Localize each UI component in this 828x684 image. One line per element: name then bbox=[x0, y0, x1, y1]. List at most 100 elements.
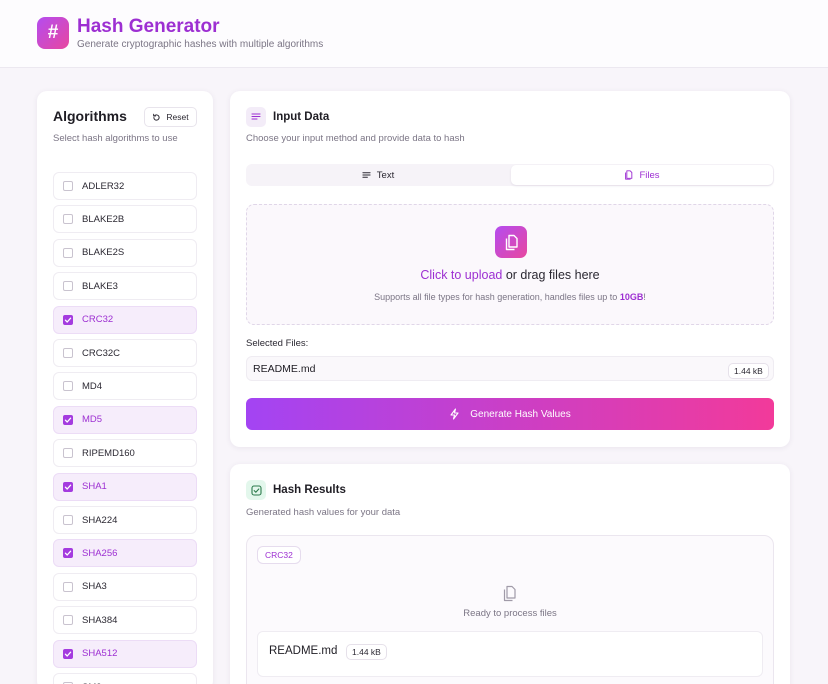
input-data-title: Input Data bbox=[273, 111, 330, 123]
algorithm-label: ADLER32 bbox=[82, 180, 125, 192]
input-data-subtitle: Choose your input method and provide dat… bbox=[246, 133, 465, 144]
result-file-row: README.md 1.44 kB bbox=[257, 631, 763, 677]
dropzone-prompt: Click to upload or drag files here bbox=[247, 268, 773, 282]
file-icon bbox=[625, 170, 633, 180]
algorithm-label: SHA384 bbox=[82, 614, 118, 626]
file-icon bbox=[503, 585, 516, 602]
algorithm-label: RIPEMD160 bbox=[82, 447, 135, 459]
tab-files[interactable]: Files bbox=[511, 165, 773, 185]
selected-file-row: README.md 1.44 kB bbox=[246, 356, 774, 381]
algorithm-checkbox[interactable] bbox=[63, 381, 73, 392]
algorithm-option-blake2b[interactable]: BLAKE2B bbox=[53, 205, 197, 234]
check-icon bbox=[64, 417, 72, 423]
dropzone-note-suffix: ! bbox=[643, 292, 646, 302]
input-method-tabs: Text Files bbox=[246, 164, 774, 186]
hash-logo-icon: # bbox=[37, 17, 69, 49]
file-size-badge: 1.44 kB bbox=[728, 363, 769, 379]
upload-link[interactable]: Click to upload bbox=[420, 268, 502, 282]
algorithm-checkbox[interactable] bbox=[63, 448, 73, 459]
files-icon bbox=[495, 226, 527, 258]
algorithm-checkbox[interactable] bbox=[63, 481, 73, 492]
algorithm-checkbox[interactable] bbox=[63, 414, 73, 425]
algorithm-badge: CRC32 bbox=[257, 546, 301, 564]
algorithm-label: SHA256 bbox=[82, 547, 118, 559]
algorithm-option-ripemd160[interactable]: RIPEMD160 bbox=[53, 439, 197, 468]
algorithm-checkbox[interactable] bbox=[63, 314, 73, 325]
check-icon bbox=[64, 317, 72, 323]
algorithm-option-sha384[interactable]: SHA384 bbox=[53, 606, 197, 635]
text-lines-icon bbox=[246, 107, 266, 127]
ready-status-text: Ready to process files bbox=[463, 608, 557, 619]
reset-icon bbox=[153, 113, 160, 121]
algorithm-label: SHA3 bbox=[82, 581, 107, 593]
algorithm-option-blake2s[interactable]: BLAKE2S bbox=[53, 238, 197, 267]
algorithm-option-sha3[interactable]: SHA3 bbox=[53, 572, 197, 601]
check-icon bbox=[64, 484, 72, 490]
tab-text[interactable]: Text bbox=[247, 165, 509, 185]
algorithm-label: SHA512 bbox=[82, 648, 118, 660]
check-icon bbox=[64, 550, 72, 557]
algorithm-option-sha512[interactable]: SHA512 bbox=[53, 639, 197, 668]
algorithm-checkbox[interactable] bbox=[63, 548, 73, 559]
algorithm-option-md5[interactable]: MD5 bbox=[53, 405, 197, 434]
dropzone-rest-text: or drag files here bbox=[502, 268, 600, 282]
algorithm-option-sha1[interactable]: SHA1 bbox=[53, 472, 197, 501]
algorithm-checkbox[interactable] bbox=[63, 348, 73, 358]
algorithm-checkbox[interactable] bbox=[63, 181, 73, 191]
app-subtitle: Generate cryptographic hashes with multi… bbox=[77, 39, 324, 50]
algorithm-checkbox[interactable] bbox=[63, 247, 73, 258]
selected-file-name: README.md bbox=[253, 363, 316, 375]
selected-files-label: Selected Files: bbox=[246, 338, 309, 349]
algorithm-option-sha224[interactable]: SHA224 bbox=[53, 506, 197, 534]
app-title: Hash Generator bbox=[77, 16, 220, 37]
algorithm-checkbox[interactable] bbox=[63, 281, 73, 292]
algorithm-checkbox[interactable] bbox=[63, 214, 73, 225]
hash-results-subtitle: Generated hash values for your data bbox=[246, 507, 401, 518]
algorithm-label: BLAKE3 bbox=[82, 280, 118, 292]
result-file-size-badge: 1.44 kB bbox=[346, 644, 387, 660]
text-lines-icon bbox=[362, 171, 371, 178]
lightning-icon bbox=[450, 408, 459, 420]
file-dropzone[interactable]: Click to upload or drag files here Suppo… bbox=[246, 204, 774, 325]
algorithms-subtitle: Select hash algorithms to use bbox=[53, 133, 178, 144]
tab-text-label: Text bbox=[376, 169, 395, 181]
algorithms-panel: Algorithms Reset Select hash algorithms … bbox=[37, 91, 213, 684]
app-header: # Hash Generator Generate cryptographic … bbox=[0, 0, 828, 68]
algorithm-option-crc32[interactable]: CRC32 bbox=[53, 305, 197, 334]
reset-label: Reset bbox=[166, 112, 189, 122]
generate-hash-label: Generate Hash Values bbox=[470, 408, 571, 420]
algorithm-option-blake3[interactable]: BLAKE3 bbox=[53, 272, 197, 301]
dropzone-note: Supports all file types for hash generat… bbox=[247, 292, 773, 302]
result-file-name: README.md bbox=[269, 645, 338, 657]
algorithm-label: MD5 bbox=[82, 414, 103, 426]
check-icon bbox=[64, 651, 72, 657]
check-square-icon bbox=[246, 480, 266, 500]
algorithm-checkbox[interactable] bbox=[63, 515, 73, 525]
file-size-limit: 10GB bbox=[619, 292, 644, 302]
algorithm-checkbox[interactable] bbox=[63, 581, 73, 592]
algorithm-checkbox[interactable] bbox=[63, 615, 73, 626]
generate-hash-button[interactable]: Generate Hash Values bbox=[246, 398, 774, 430]
algorithm-label: SHA1 bbox=[82, 481, 107, 493]
reset-button[interactable]: Reset bbox=[144, 107, 197, 127]
algorithm-label: SHA224 bbox=[82, 514, 118, 526]
algorithm-option-md4[interactable]: MD4 bbox=[53, 372, 197, 401]
logo-glyph: # bbox=[47, 22, 59, 43]
algorithm-option-crc32c[interactable]: CRC32C bbox=[53, 339, 197, 367]
algorithm-option-sha256[interactable]: SHA256 bbox=[53, 539, 197, 568]
algorithm-label: CRC32C bbox=[82, 347, 121, 359]
algorithm-checkbox[interactable] bbox=[63, 648, 73, 659]
results-panel: CRC32 Ready to process files README.md 1… bbox=[246, 535, 774, 684]
hash-results-card: Hash Results Generated hash values for y… bbox=[230, 464, 790, 684]
hash-results-title: Hash Results bbox=[273, 484, 346, 496]
algorithm-label: BLAKE2B bbox=[82, 213, 125, 225]
algorithm-option-adler32[interactable]: ADLER32 bbox=[53, 172, 197, 200]
dropzone-note-text: Supports all file types for hash generat… bbox=[374, 292, 620, 302]
input-data-card: Input Data Choose your input method and … bbox=[230, 91, 790, 447]
algorithm-label: MD4 bbox=[82, 380, 103, 392]
algorithm-label: CRC32 bbox=[82, 314, 114, 326]
algorithm-label: BLAKE2S bbox=[82, 247, 125, 259]
algorithms-title: Algorithms bbox=[53, 108, 127, 124]
algorithm-option-sm3[interactable]: SM3 bbox=[53, 673, 197, 684]
tab-files-label: Files bbox=[639, 169, 660, 181]
